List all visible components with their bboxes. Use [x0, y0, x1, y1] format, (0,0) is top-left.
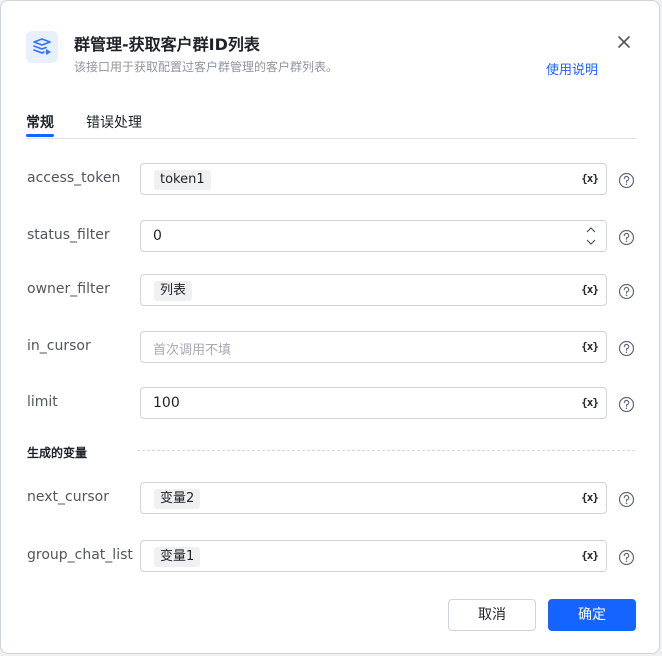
- tab-error-handling[interactable]: 错误处理: [86, 112, 142, 132]
- limit-field[interactable]: 100 {x}: [140, 387, 607, 419]
- tab-bar: 常规 错误处理: [26, 101, 636, 139]
- variable-tag: token1: [154, 170, 211, 190]
- owner-filter-label: owner_filter: [27, 281, 110, 297]
- status-filter-label: status_filter: [27, 227, 110, 243]
- output-variables-heading: 生成的变量: [27, 446, 88, 460]
- tab-general[interactable]: 常规: [26, 112, 54, 132]
- access-token-label: access_token: [27, 170, 121, 186]
- app-icon: [26, 31, 58, 63]
- help-circle-icon[interactable]: [618, 172, 635, 189]
- confirm-button[interactable]: 确定: [548, 599, 636, 631]
- help-circle-icon[interactable]: [618, 491, 635, 508]
- status-filter-input[interactable]: 0: [140, 220, 607, 252]
- dialog: 群管理-获取客户群ID列表 该接口用于获取配置过客户群管理的客户群列表。 使用说…: [0, 0, 660, 654]
- in-cursor-placeholder: 首次调用不填: [153, 343, 232, 358]
- variable-tag: 变量1: [154, 547, 201, 567]
- limit-label: limit: [27, 394, 58, 410]
- access-token-field[interactable]: token1 {x}: [140, 163, 607, 195]
- help-circle-icon[interactable]: [618, 229, 635, 246]
- close-icon[interactable]: [613, 31, 635, 53]
- insert-variable-button[interactable]: {x}: [581, 491, 599, 504]
- variable-tag: 变量2: [154, 489, 201, 509]
- group-chat-list-field[interactable]: 变量1 {x}: [140, 540, 607, 572]
- status-filter-value: 0: [153, 228, 162, 244]
- in-cursor-field[interactable]: 首次调用不填 {x}: [140, 331, 607, 363]
- help-circle-icon[interactable]: [618, 340, 635, 357]
- insert-variable-button[interactable]: {x}: [581, 283, 599, 296]
- insert-variable-button[interactable]: {x}: [581, 549, 599, 562]
- active-tab-indicator: [26, 134, 54, 137]
- section-divider: [137, 450, 635, 451]
- insert-variable-button[interactable]: {x}: [581, 172, 599, 185]
- stepper-icon[interactable]: [583, 224, 599, 248]
- insert-variable-button[interactable]: {x}: [581, 340, 599, 353]
- dialog-subtitle: 该接口用于获取配置过客户群管理的客户群列表。: [74, 60, 339, 74]
- next-cursor-field[interactable]: 变量2 {x}: [140, 482, 607, 514]
- owner-filter-field[interactable]: 列表 {x}: [140, 274, 607, 306]
- help-circle-icon[interactable]: [618, 396, 635, 413]
- in-cursor-label: in_cursor: [27, 338, 91, 354]
- group-chat-list-label: group_chat_list: [27, 547, 133, 563]
- dialog-title: 群管理-获取客户群ID列表: [74, 35, 260, 54]
- next-cursor-label: next_cursor: [27, 489, 109, 505]
- cancel-button[interactable]: 取消: [448, 599, 536, 631]
- variable-tag: 列表: [154, 281, 193, 301]
- usage-guide-link[interactable]: 使用说明: [546, 59, 598, 78]
- insert-variable-button[interactable]: {x}: [581, 396, 599, 409]
- help-circle-icon[interactable]: [618, 283, 635, 300]
- limit-value: 100: [153, 395, 180, 411]
- help-circle-icon[interactable]: [618, 549, 635, 566]
